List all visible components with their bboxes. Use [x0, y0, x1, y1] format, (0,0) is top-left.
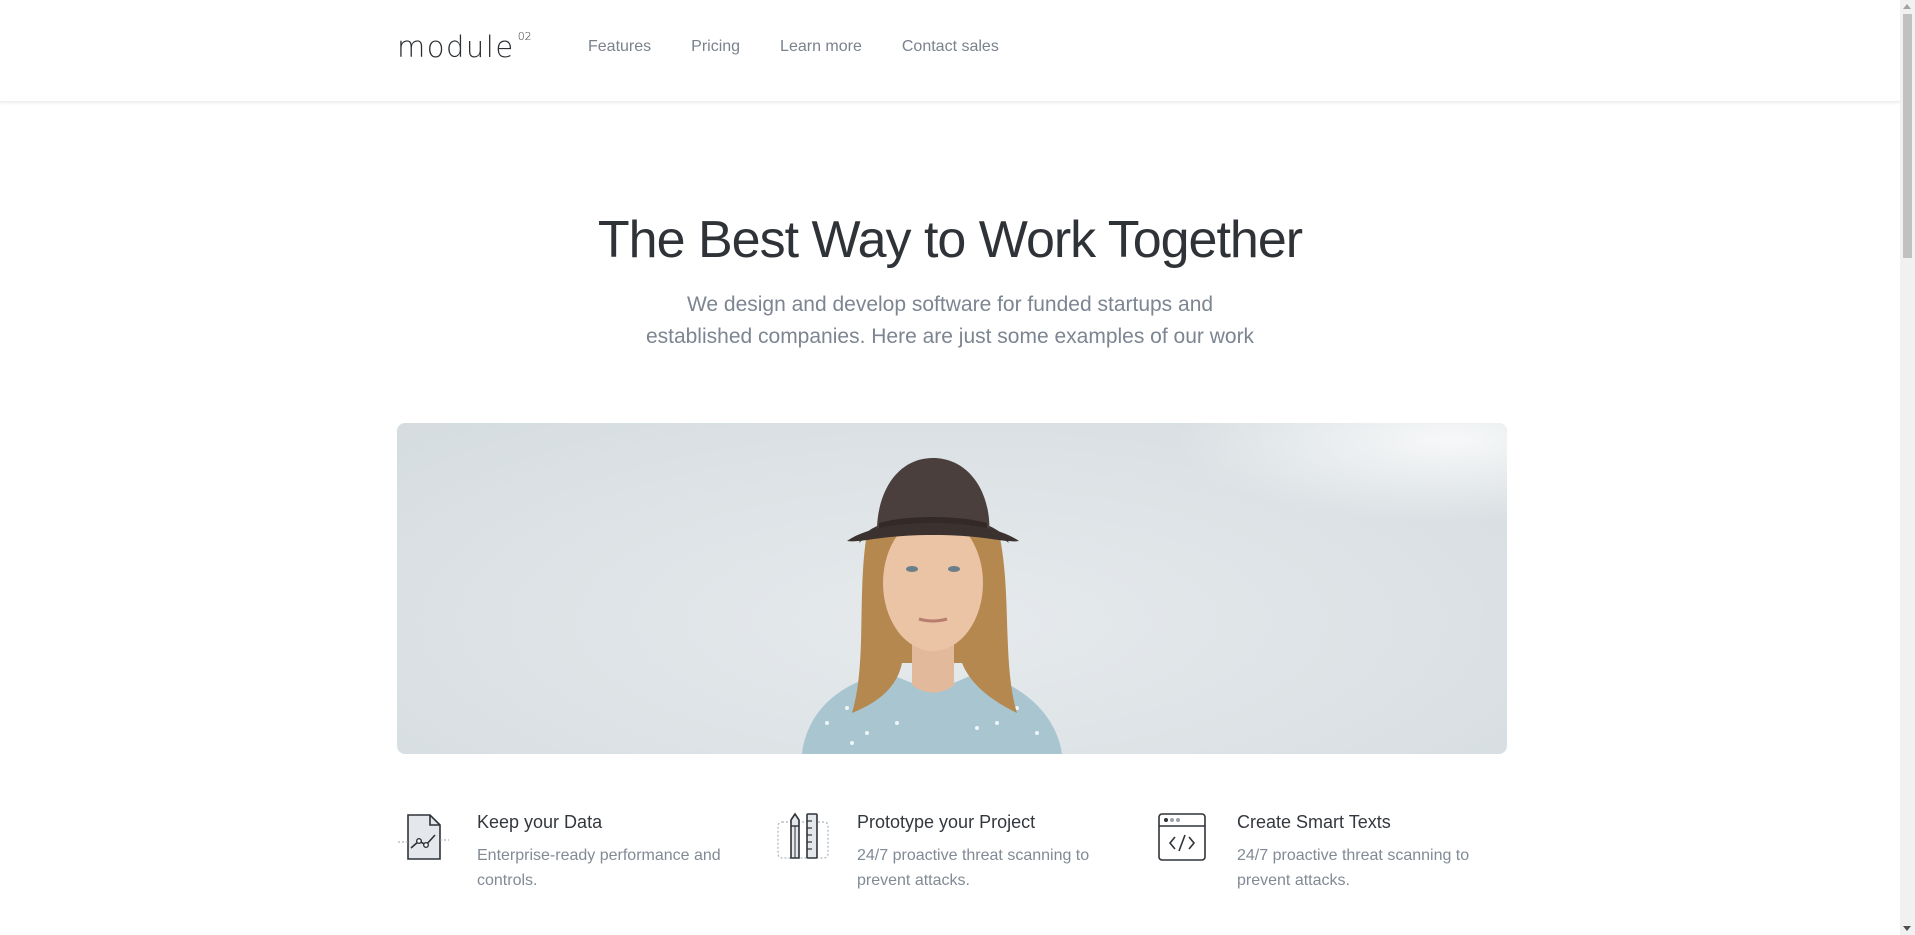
feature-description: 24/7 proactive threat scanning to preven… — [1237, 847, 1470, 889]
scrollbar-thumb[interactable] — [1903, 14, 1912, 258]
feature-title: Create Smart Texts — [1237, 812, 1391, 832]
feature-description: 24/7 proactive threat scanning to preven… — [857, 847, 1090, 889]
scroll-down-arrow-icon[interactable] — [1903, 926, 1911, 931]
main-nav: Features Pricing Learn more Contact sale… — [588, 38, 1039, 56]
top-navbar: module 02 Features Pricing Learn more Con… — [0, 0, 1900, 102]
portrait-illustration — [397, 423, 1507, 754]
nav-link-learn-more[interactable]: Learn more — [780, 38, 862, 56]
feature-description: Enterprise-ready performance and control… — [477, 847, 721, 889]
nav-link-pricing[interactable]: Pricing — [691, 38, 740, 56]
vertical-scrollbar[interactable] — [1900, 0, 1915, 935]
hero-subtitle-line-1: We design and develop software for funde… — [686, 293, 1214, 316]
logo-superscript: 02 — [517, 30, 532, 44]
feature-keep-data: Keep your Data Enterprise-ready performa… — [397, 812, 757, 912]
feature-prototype-project: Prototype your Project 24/7 proactive th… — [777, 812, 1137, 912]
chart-document-icon — [398, 814, 449, 860]
nav-link-contact-sales[interactable]: Contact sales — [902, 38, 999, 56]
hero-image — [397, 423, 1507, 754]
code-window-icon — [1158, 813, 1206, 861]
nav-link-features[interactable]: Features — [588, 38, 651, 56]
hero-title: The Best Way to Work Together — [597, 211, 1303, 269]
brand-logo[interactable]: module 02 — [397, 30, 532, 64]
hero-subtitle-line-2: established companies. Here are just som… — [645, 325, 1255, 348]
feature-smart-texts: Create Smart Texts 24/7 proactive threat… — [1157, 812, 1517, 912]
feature-title: Prototype your Project — [857, 812, 1036, 832]
logo-text: module — [397, 30, 515, 64]
pencil-ruler-icon — [777, 812, 829, 859]
feature-title: Keep your Data — [477, 812, 603, 832]
scroll-up-arrow-icon[interactable] — [1903, 4, 1911, 9]
page: module 02 Features Pricing Learn more Con… — [0, 0, 1900, 935]
hero-subtitle: We design and develop software for funde… — [600, 289, 1300, 353]
